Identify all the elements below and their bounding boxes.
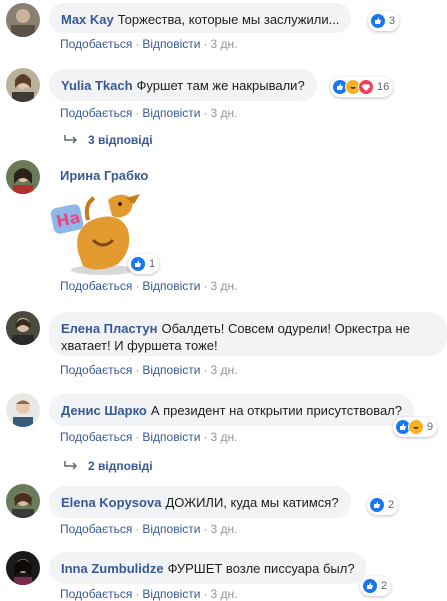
reaction-count: 3 bbox=[389, 15, 396, 27]
author-name[interactable]: Елена Пластун bbox=[61, 321, 158, 336]
author-name[interactable]: Ирина Грабко bbox=[60, 168, 148, 183]
like-link[interactable]: Подобається bbox=[60, 106, 132, 120]
timestamp[interactable]: 3 дн. bbox=[210, 106, 237, 120]
avatar[interactable] bbox=[6, 68, 40, 102]
avatar[interactable] bbox=[6, 551, 40, 585]
reactions-summary[interactable]: 16 bbox=[330, 77, 394, 97]
timestamp[interactable]: 3 дн. bbox=[210, 430, 237, 444]
timestamp[interactable]: 3 дн. bbox=[210, 587, 237, 601]
like-reaction-icon bbox=[370, 13, 386, 29]
like-reaction-icon bbox=[362, 578, 378, 594]
like-link[interactable]: Подобається bbox=[60, 522, 132, 536]
replies-count[interactable]: 2 відповіді bbox=[88, 459, 153, 473]
comment-actions: Подобається · Відповісти · 3 дн. bbox=[60, 279, 238, 293]
author-name[interactable]: Elena Kopysova bbox=[61, 495, 161, 510]
author-name[interactable]: Yulia Tkach bbox=[61, 78, 133, 93]
comment-text: А президент на открытии присутствовал? bbox=[150, 403, 402, 418]
reply-arrow-icon bbox=[64, 135, 78, 144]
like-link[interactable]: Подобається bbox=[60, 430, 132, 444]
reactions-summary[interactable]: 2 bbox=[367, 495, 399, 515]
comment-actions: Подобається · Відповісти · 3 дн. bbox=[60, 363, 238, 377]
reply-link[interactable]: Відповісти bbox=[142, 363, 200, 377]
avatar[interactable] bbox=[6, 3, 40, 37]
comment-actions: Подобається · Відповісти · 3 дн. bbox=[60, 522, 238, 536]
avatar[interactable] bbox=[6, 160, 40, 194]
love-reaction-icon bbox=[358, 79, 374, 95]
replies-count[interactable]: 3 відповіді bbox=[88, 133, 153, 147]
author-name[interactable]: Inna Zumbulidze bbox=[61, 561, 164, 576]
reply-link[interactable]: Відповісти bbox=[142, 587, 200, 601]
comment-bubble: Денис Шарко А президент на открытии прису… bbox=[49, 394, 414, 426]
author-name[interactable]: Денис Шарко bbox=[61, 403, 147, 418]
like-reaction-icon bbox=[130, 256, 146, 272]
reply-link[interactable]: Відповісти bbox=[142, 522, 200, 536]
view-replies-link[interactable]: 3 відповіді bbox=[64, 133, 153, 147]
reactions-summary[interactable]: 3 bbox=[368, 11, 400, 31]
like-link[interactable]: Подобається bbox=[60, 37, 132, 51]
timestamp[interactable]: 3 дн. bbox=[210, 522, 237, 536]
comment-actions: Подобається · Відповісти · 3 дн. bbox=[60, 106, 238, 120]
reaction-count: 2 bbox=[381, 580, 388, 592]
like-link[interactable]: Подобається bbox=[60, 363, 132, 377]
comment-actions: Подобається · Відповісти · 3 дн. bbox=[60, 430, 238, 444]
comment-bubble: Elena Kopysova ДОЖИЛИ, куда мы катимся? bbox=[49, 486, 351, 518]
timestamp[interactable]: 3 дн. bbox=[210, 279, 237, 293]
timestamp[interactable]: 3 дн. bbox=[210, 37, 237, 51]
comment-actions: Подобається · Відповісти · 3 дн. bbox=[60, 37, 238, 51]
reply-link[interactable]: Відповісти bbox=[142, 279, 200, 293]
reaction-count: 2 bbox=[388, 499, 395, 511]
like-link[interactable]: Подобається bbox=[60, 587, 132, 601]
comment-bubble: Yulia Tkach Фуршет там же накрывали? bbox=[49, 69, 317, 101]
reply-link[interactable]: Відповісти bbox=[142, 106, 200, 120]
reactions-summary[interactable]: 1 bbox=[128, 254, 160, 274]
comment-text: Торжества, которые мы заслужили... bbox=[117, 12, 340, 27]
reply-arrow-icon bbox=[64, 461, 78, 470]
reaction-count: 1 bbox=[149, 258, 156, 270]
timestamp[interactable]: 3 дн. bbox=[210, 363, 237, 377]
like-link[interactable]: Подобається bbox=[60, 279, 132, 293]
reactions-summary[interactable]: 2 bbox=[360, 576, 392, 596]
comment-actions: Подобається · Відповісти · 3 дн. bbox=[60, 587, 238, 601]
reaction-count: 9 bbox=[427, 421, 434, 433]
haha-reaction-icon bbox=[408, 419, 424, 435]
like-reaction-icon bbox=[369, 497, 385, 513]
comment-text: ДОЖИЛИ, куда мы катимся? bbox=[165, 495, 339, 510]
comment-bubble: Inna Zumbulidze ФУРШЕТ возле писсуара был… bbox=[49, 552, 367, 584]
view-replies-link[interactable]: 2 відповіді bbox=[64, 459, 153, 473]
avatar[interactable] bbox=[6, 311, 40, 345]
avatar[interactable] bbox=[6, 393, 40, 427]
reply-link[interactable]: Відповісти bbox=[142, 430, 200, 444]
comment-bubble: Max Kay Торжества, которые мы заслужили..… bbox=[49, 3, 352, 33]
reactions-summary[interactable]: 9 bbox=[393, 417, 438, 437]
author-name[interactable]: Max Kay bbox=[61, 12, 114, 27]
reaction-count: 16 bbox=[377, 81, 390, 93]
comment-text: Фуршет там же накрывали? bbox=[136, 78, 305, 93]
comment-bubble: Елена Пластун Обалдеть! Совсем одурели! О… bbox=[49, 312, 447, 356]
avatar[interactable] bbox=[6, 484, 40, 518]
reply-link[interactable]: Відповісти bbox=[142, 37, 200, 51]
comment-text: ФУРШЕТ возле писсуара был? bbox=[167, 561, 355, 576]
